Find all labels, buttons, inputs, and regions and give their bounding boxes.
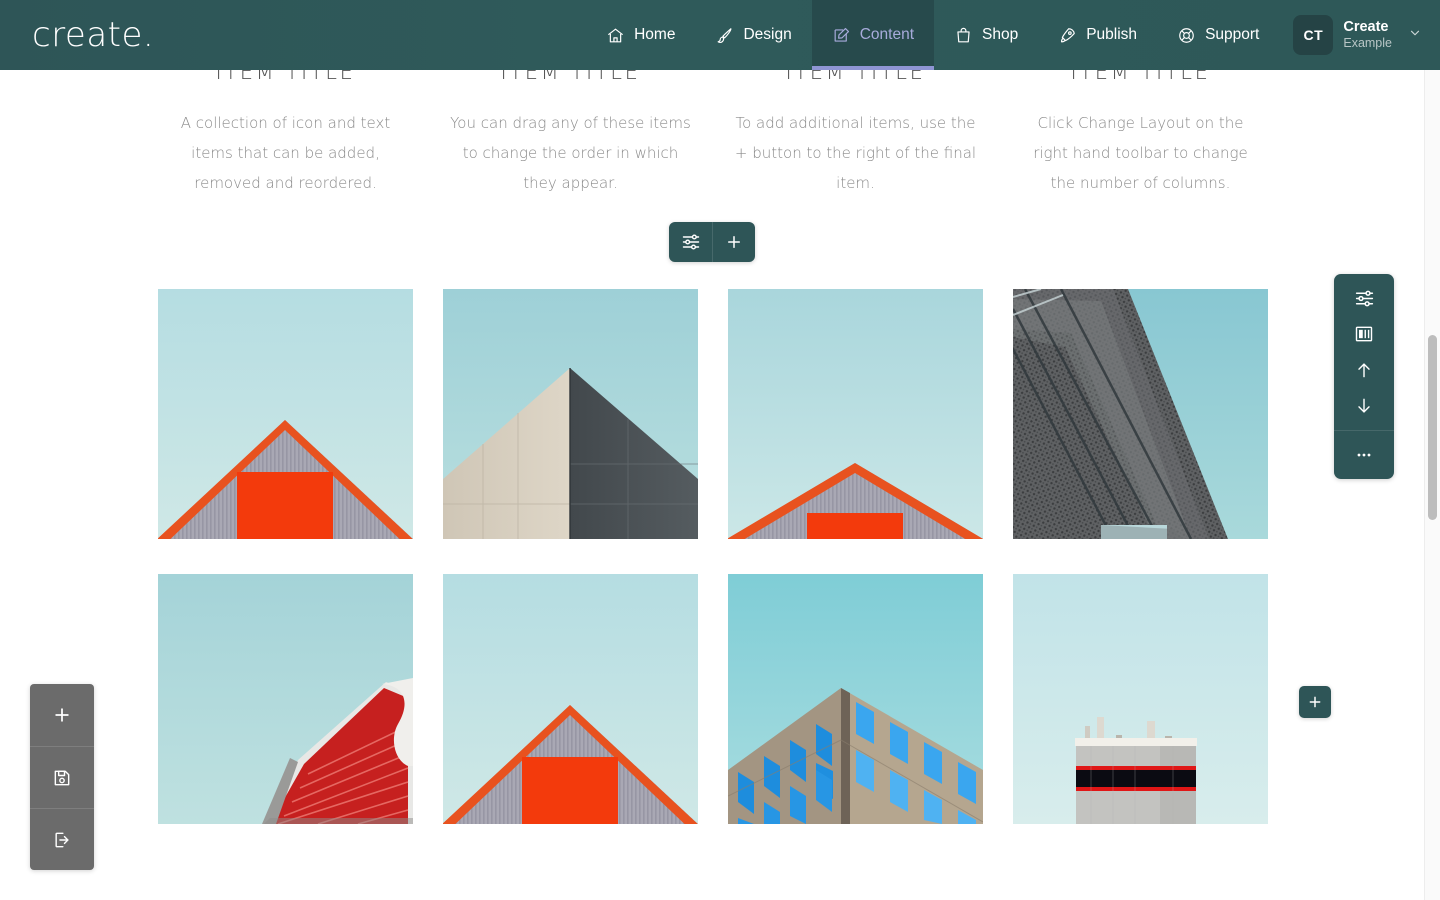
content-item-1[interactable]: ITEM TITLE A collection of icon and text… bbox=[158, 60, 413, 198]
gallery-image-8[interactable] bbox=[1013, 574, 1268, 824]
exit-button[interactable] bbox=[30, 808, 94, 870]
nav-label: Support bbox=[1205, 26, 1260, 44]
item-settings-button[interactable] bbox=[669, 222, 712, 262]
account-subtitle: Example bbox=[1343, 36, 1392, 51]
change-layout-button[interactable] bbox=[1334, 316, 1394, 352]
scrollbar-thumb[interactable] bbox=[1428, 335, 1437, 520]
item-body: To add additional items, use the + butto… bbox=[734, 114, 977, 192]
nav-label: Shop bbox=[982, 26, 1019, 44]
page-canvas: ITEM TITLE A collection of icon and text… bbox=[0, 0, 1424, 900]
add-section-button[interactable] bbox=[30, 684, 94, 746]
item-body: Click Change Layout on the right hand to… bbox=[1033, 114, 1248, 192]
chevron-down-icon bbox=[1408, 26, 1422, 45]
save-icon bbox=[54, 770, 70, 785]
edit-icon bbox=[834, 27, 849, 42]
lifering-icon bbox=[1179, 27, 1194, 43]
item-add-button[interactable] bbox=[712, 222, 755, 262]
app-logo[interactable]: create. bbox=[32, 18, 154, 52]
block-settings-button[interactable] bbox=[1334, 280, 1394, 316]
account-text: Create Example bbox=[1343, 18, 1392, 52]
brush-icon bbox=[718, 27, 732, 43]
nav-item-shop[interactable]: Shop bbox=[934, 0, 1038, 70]
plus-icon bbox=[55, 708, 69, 722]
rocket-icon bbox=[1061, 27, 1076, 42]
content-item-3[interactable]: ITEM TITLE To add additional items, use … bbox=[728, 60, 983, 198]
app-header: create. Home Design Content Shop Publish… bbox=[0, 0, 1440, 70]
page-scrollbar[interactable] bbox=[1424, 70, 1440, 900]
account-name: Create bbox=[1343, 19, 1389, 36]
nav-label: Home bbox=[634, 26, 676, 44]
image-gallery bbox=[158, 289, 1268, 824]
move-up-button[interactable] bbox=[1334, 352, 1394, 388]
gallery-image-2[interactable] bbox=[443, 289, 698, 539]
gallery-image-6[interactable] bbox=[443, 574, 698, 824]
save-button[interactable] bbox=[30, 746, 94, 808]
settings-sliders-icon bbox=[682, 234, 699, 250]
nav-item-design[interactable]: Design bbox=[695, 0, 811, 70]
arrow-down-icon bbox=[1358, 398, 1370, 413]
nav-label: Publish bbox=[1086, 26, 1138, 44]
gallery-image-7[interactable] bbox=[728, 574, 983, 824]
gallery-image-4[interactable] bbox=[1013, 289, 1268, 539]
nav-item-content[interactable]: Content bbox=[811, 0, 935, 70]
nav-label: Content bbox=[859, 26, 915, 44]
gallery-image-5[interactable] bbox=[158, 574, 413, 824]
add-item-right-button[interactable] bbox=[1299, 686, 1331, 718]
plus-icon bbox=[1309, 696, 1321, 708]
bag-icon bbox=[957, 27, 970, 42]
more-options-icon bbox=[1357, 453, 1371, 457]
editor-actions-toolbar bbox=[30, 684, 94, 870]
nav-item-publish[interactable]: Publish bbox=[1038, 0, 1157, 70]
item-text-row: ITEM TITLE A collection of icon and text… bbox=[158, 60, 1268, 198]
home-icon bbox=[608, 28, 624, 42]
nav-item-support[interactable]: Support bbox=[1157, 0, 1279, 70]
gallery-image-3[interactable] bbox=[728, 289, 983, 539]
settings-sliders-icon bbox=[1355, 290, 1373, 306]
item-body: You can drag any of these items to chang… bbox=[450, 114, 691, 192]
plus-icon bbox=[728, 236, 740, 248]
avatar: CT bbox=[1293, 15, 1334, 55]
move-down-button[interactable] bbox=[1334, 388, 1394, 424]
gallery-image-1[interactable] bbox=[158, 289, 413, 539]
block-toolbar bbox=[1334, 274, 1394, 479]
exit-icon bbox=[55, 832, 69, 847]
content-item-2[interactable]: ITEM TITLE You can drag any of these ite… bbox=[443, 60, 698, 198]
nav-label: Design bbox=[743, 26, 792, 44]
columns-layout-icon bbox=[1355, 326, 1373, 342]
nav-item-home[interactable]: Home bbox=[586, 0, 695, 70]
item-body: A collection of icon and text items that… bbox=[180, 114, 391, 192]
arrow-up-icon bbox=[1358, 363, 1370, 378]
toolbar-divider bbox=[1334, 430, 1394, 431]
content-item-4[interactable]: ITEM TITLE Click Change Layout on the ri… bbox=[1013, 60, 1268, 198]
item-floating-toolbar bbox=[669, 222, 755, 262]
account-menu[interactable]: CT Create Example bbox=[1279, 0, 1440, 70]
more-options-button[interactable] bbox=[1334, 437, 1394, 473]
main-navigation: Home Design Content Shop Publish Support… bbox=[586, 0, 1440, 70]
